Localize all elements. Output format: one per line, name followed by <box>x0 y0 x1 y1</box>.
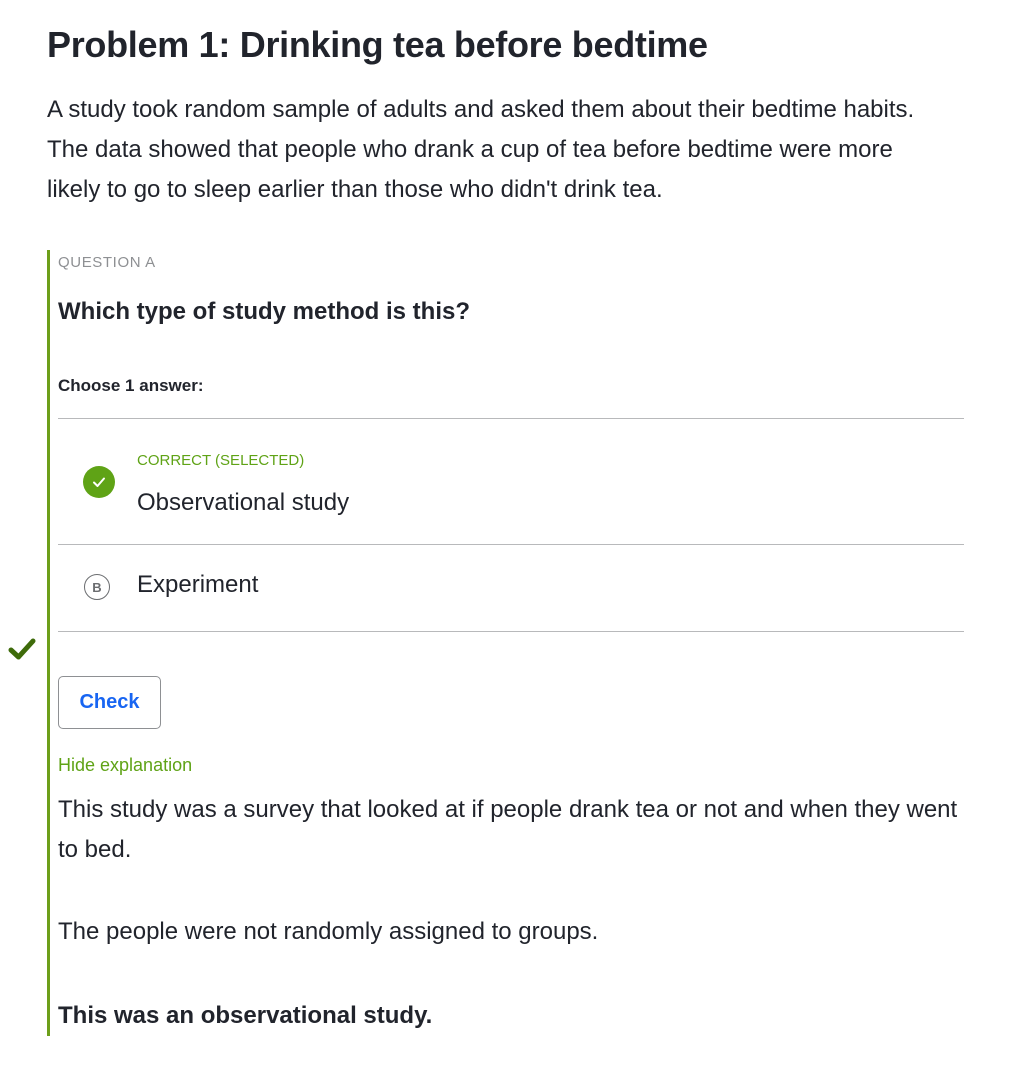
explanation-paragraph-1: This study was a survey that looked at i… <box>58 796 958 863</box>
question-prompt: Which type of study method is this? <box>58 298 471 325</box>
hide-explanation-link[interactable]: Hide explanation <box>58 755 192 776</box>
explanation-paragraph-2: The people were not randomly assigned to… <box>58 918 599 945</box>
problem-title: Problem 1: Drinking tea before bedtime <box>47 24 708 65</box>
explanation-conclusion: This was an observational study. <box>58 1002 433 1029</box>
question-label: QUESTION A <box>58 254 156 271</box>
choice-text: Observational study <box>137 489 350 516</box>
check-button[interactable]: Check <box>58 676 161 729</box>
choose-instruction: Choose 1 answer: <box>58 376 204 395</box>
answer-choices: CORRECT (SELECTED) Observational study B… <box>58 418 964 632</box>
choice-status-label: CORRECT (SELECTED) <box>137 452 305 469</box>
choice-text: Experiment <box>137 571 259 598</box>
question-a-block: QUESTION A Which type of study method is… <box>47 250 970 1036</box>
choice-experiment[interactable]: B Experiment <box>58 545 964 632</box>
side-checkmark-icon <box>8 638 36 660</box>
choice-letter-b: B <box>84 574 110 600</box>
problem-intro: A study took random sample of adults and… <box>47 96 915 203</box>
choice-observational-study[interactable]: CORRECT (SELECTED) Observational study <box>58 419 964 545</box>
checkmark-circle-icon <box>83 466 115 498</box>
